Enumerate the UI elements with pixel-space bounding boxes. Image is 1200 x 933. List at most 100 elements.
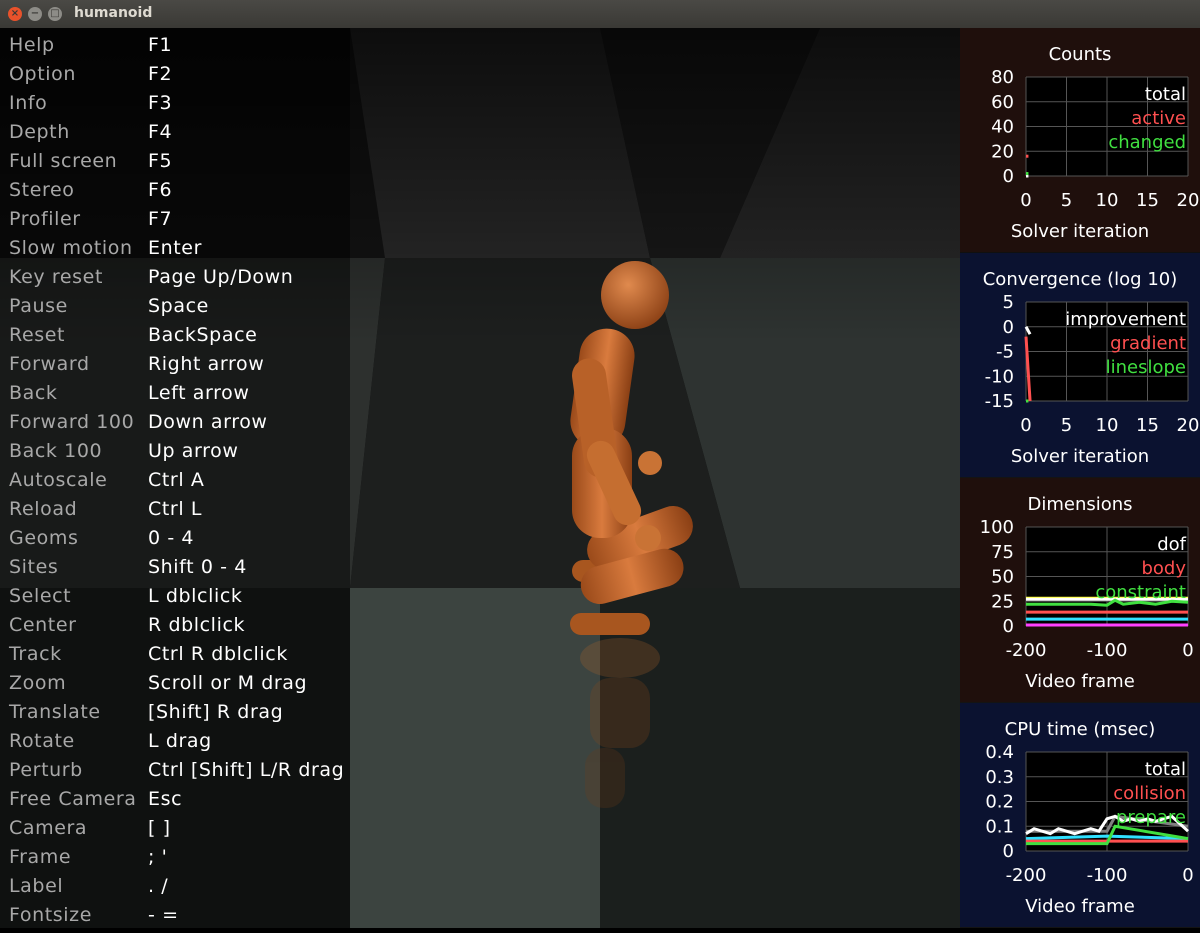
figure-title: Convergence (log 10) [983,269,1178,290]
figure-counts: Counts 0 5 10 15 20 80 60 40 20 0 Solver iteration t… [960,28,1200,252]
help-key-label: Ctrl R dblclick [148,643,288,665]
help-action-label: Key reset [9,266,104,288]
x-axis-label: Solver iteration [1011,221,1149,242]
y-tick-label: -5 [996,342,1014,363]
help-action-label: Geoms [9,527,79,549]
y-tick-label: 25 [991,591,1014,612]
help-overlay: Help F1 Option F2 Info F3 Depth F4 Full screen F5… [0,28,350,928]
help-key-label: F5 [148,150,173,172]
x-tick-label: 5 [1061,415,1072,436]
figure-title: Dimensions [1027,494,1132,515]
help-action-label: Back [9,382,58,404]
legend-total: total [1145,759,1186,780]
help-key-label: 0 - 4 [148,527,195,549]
help-action-label: Reset [9,324,66,346]
help-action-label: Center [9,614,77,636]
help-action-label: Perturb [9,759,83,781]
legend-changed: changed [1108,132,1186,153]
maximize-icon[interactable]: □ [48,7,62,21]
help-action-label: Sites [9,556,59,578]
help-action-label: Full screen [9,150,118,172]
help-action-label: Translate [9,701,101,723]
help-key-label: BackSpace [148,324,258,346]
help-key-label: Shift 0 - 4 [148,556,247,578]
x-axis-label: Video frame [1025,671,1135,692]
legend-collision: collision [1113,783,1186,804]
figure-title: Counts [1049,44,1112,65]
figure-title: CPU time (msec) [1005,719,1156,740]
x-tick-label: 5 [1061,190,1072,211]
help-action-label: Profiler [9,208,81,230]
x-axis-label: Solver iteration [1011,446,1149,467]
title-bar: × − □ humanoid [0,0,1200,29]
help-key-label: Space [148,295,209,317]
legend-dof: dof [1157,534,1186,555]
y-tick-label: 0.3 [985,767,1014,788]
x-tick-label: 10 [1096,190,1119,211]
help-key-label: F2 [148,63,173,85]
y-tick-label: 0.1 [985,816,1014,837]
y-tick-label: 20 [991,141,1014,162]
help-key-label: F6 [148,179,173,201]
help-key-label: R dblclick [148,614,246,636]
help-action-label: Track [9,643,62,665]
help-action-label: Zoom [9,672,67,694]
help-action-label: Free Camera [9,788,137,810]
x-tick-label: -100 [1087,640,1128,661]
help-action-label: Label [9,875,64,897]
close-icon[interactable]: × [8,7,22,21]
help-key-label: Left arrow [148,382,250,404]
help-key-label: Ctrl L [148,498,203,520]
y-tick-label: 40 [991,117,1014,138]
help-key-label: ; ' [148,846,168,868]
legend-lineslope: lineslope [1106,357,1186,378]
y-tick-label: 0 [1003,616,1014,637]
x-tick-label: -200 [1006,640,1047,661]
minimize-icon[interactable]: − [28,7,42,21]
x-tick-label: 15 [1136,190,1159,211]
x-tick-label: -100 [1087,865,1128,886]
y-tick-label: 50 [991,567,1014,588]
help-key-label: Right arrow [148,353,265,375]
help-action-label: Forward 100 [9,411,135,433]
figure-convergence: Convergence (log 10) 0 5 10 15 20 5 0 -5 -10 -15 So… [960,253,1200,477]
help-action-label: Select [9,585,72,607]
help-key-label: Enter [148,237,202,259]
legend-total: total [1145,84,1186,105]
help-key-label: Up arrow [148,440,239,462]
help-action-label: Depth [9,121,70,143]
help-key-label: Esc [148,788,183,810]
y-tick-label: 75 [991,542,1014,563]
help-key-label: Page Up/Down [148,266,294,288]
legend-prepare: prepare [1116,807,1186,828]
x-tick-label: 0 [1020,190,1031,211]
y-tick-label: -15 [985,391,1014,412]
help-action-label: Stereo [9,179,75,201]
help-action-label: Slow motion [9,237,133,259]
window-title: humanoid [74,5,153,21]
help-action-label: Reload [9,498,78,520]
help-key-label: [Shift] R drag [148,701,284,723]
figure-dimensions: Dimensions -200 -100 0 100 75 50 25 0 Video frame… [960,478,1200,702]
help-action-label: Rotate [9,730,75,752]
legend-gradient: gradient [1110,333,1186,354]
help-key-label: [ ] [148,817,171,839]
x-tick-label: 20 [1177,415,1200,436]
help-action-label: Autoscale [9,469,108,491]
help-key-label: Ctrl A [148,469,205,491]
help-key-label: - = [148,904,179,926]
help-action-label: Help [9,34,55,56]
help-key-label: Down arrow [148,411,268,433]
figure-cpu-time: CPU time (msec) -200 -100 0 0.4 0.3 0.2 0.1 0 Vid… [960,703,1200,927]
legend-active: active [1131,108,1186,129]
help-action-label: Back 100 [9,440,103,462]
legend-body: body [1141,558,1186,579]
y-tick-label: 100 [980,517,1014,538]
x-tick-label: 20 [1177,190,1200,211]
help-key-label: F1 [148,34,173,56]
y-tick-label: 0 [1003,841,1014,862]
help-action-label: Forward [9,353,90,375]
x-axis-label: Video frame [1025,896,1135,917]
help-action-label: Camera [9,817,88,839]
y-tick-label: 80 [991,67,1014,88]
